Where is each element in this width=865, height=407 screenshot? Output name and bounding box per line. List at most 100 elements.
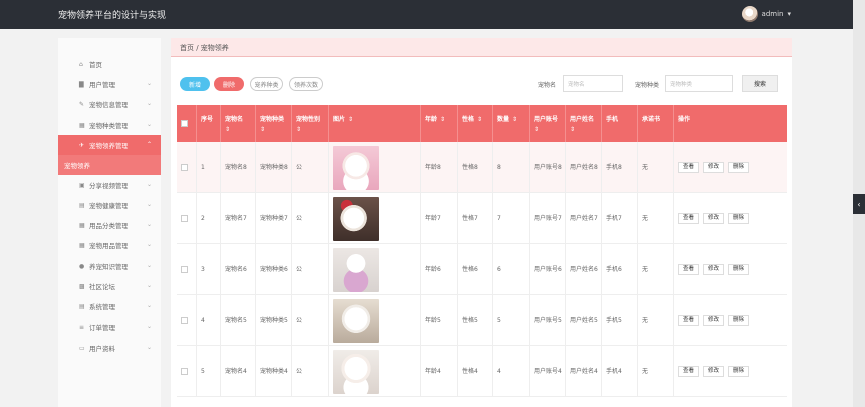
pet-image[interactable] (333, 298, 379, 343)
sidebar-item-label: 系统管理 (89, 303, 115, 311)
column-header[interactable]: 数量 ⇕ (493, 105, 530, 142)
sidebar-item-6[interactable]: ▣ 分享视频管理 ⌄ (58, 175, 161, 195)
view-button[interactable]: 查看 (678, 162, 700, 173)
row-delete-button[interactable]: 删除 (728, 315, 750, 326)
column-header[interactable]: 手机 (602, 105, 638, 142)
sidebar-item-2[interactable]: ✎ 宠物信息管理 ⌄ (58, 94, 161, 114)
column-header[interactable]: 序号 (197, 105, 221, 142)
pet-image[interactable] (333, 349, 379, 394)
sort-icon[interactable]: ⇕ (348, 116, 353, 123)
sidebar-item-4[interactable]: ✈ 宠物领养管理 ⌃ (58, 135, 161, 155)
search-input-name[interactable]: 宠物名 (563, 75, 623, 92)
cell-promise: 无 (638, 244, 674, 295)
delete-button[interactable]: 删除 (214, 77, 244, 91)
sort-icon[interactable]: ⇕ (440, 116, 445, 123)
chevron-left-icon[interactable]: ‹ (853, 194, 865, 214)
cell-name: 宠物名8 (221, 142, 256, 193)
column-header[interactable]: 宠物名 ⇕ (221, 105, 256, 142)
cell-index: 3 (197, 244, 221, 295)
sort-icon[interactable]: ⇕ (225, 126, 252, 133)
edit-button[interactable]: 修改 (703, 264, 725, 275)
view-button[interactable]: 查看 (678, 366, 700, 377)
column-header[interactable]: 用户账号 ⇕ (530, 105, 566, 142)
row-delete-button[interactable]: 删除 (728, 162, 750, 173)
select-all-checkbox[interactable] (181, 120, 188, 127)
edit-button[interactable]: 修改 (703, 366, 725, 377)
column-header[interactable]: 性格 ⇕ (458, 105, 493, 142)
chevron-down-icon: ⌄ (146, 121, 152, 128)
pet-image[interactable] (333, 196, 379, 241)
sidebar-item-13[interactable]: ≡ 订单管理 ⌄ (58, 317, 161, 337)
edit-button[interactable]: 修改 (703, 213, 725, 224)
column-header[interactable]: 宠物性别 ⇕ (292, 105, 329, 142)
sidebar-item-label: 宠物种类管理 (89, 122, 128, 130)
pet-image[interactable] (333, 247, 379, 292)
column-header[interactable]: 图片 ⇕ (329, 105, 421, 142)
add-button[interactable]: 新增 (180, 77, 210, 91)
sidebar-item-7[interactable]: ▤ 宠物健康管理 ⌄ (58, 195, 161, 215)
table-row[interactable]: 4 宠物名5 宠物种类5 公 年龄5 性格5 5 用户账号5 用户姓名5 手机5 无查看 修改 删除 (177, 295, 787, 346)
cell-promise: 无 (638, 346, 674, 397)
row-checkbox[interactable] (181, 266, 188, 273)
sidebar-item-3[interactable]: ▦ 宠物种类管理 ⌄ (58, 115, 161, 135)
sidebar-item-10[interactable]: ● 养宠知识管理 ⌄ (58, 256, 161, 276)
sidebar-item-12[interactable]: ▤ 系统管理 ⌄ (58, 296, 161, 316)
breadcrumb[interactable]: 首页 / 宠物领养 (180, 43, 229, 53)
column-header[interactable]: 承诺书 (638, 105, 674, 142)
cell-age: 年龄4 (421, 346, 458, 397)
pet-type-button[interactable]: 宠养种类 (250, 77, 283, 91)
sidebar: ⌂ 首页 ▇ 用户管理 ⌄ ✎ 宠物信息管理 ⌄ ▦ 宠物种类管理 ⌄ ✈ 宠物领养管理 ⌃ 宠物领养 ▣ 分享… (58, 38, 161, 407)
sidebar-item-label: 宠物用品管理 (89, 242, 128, 250)
sidebar-item-11[interactable]: ▩ 社区论坛 ⌄ (58, 276, 161, 296)
sort-icon[interactable]: ⇕ (296, 126, 325, 133)
column-header[interactable]: 用户姓名 ⇕ (566, 105, 602, 142)
view-button[interactable]: 查看 (678, 213, 700, 224)
sidebar-item-8[interactable]: ▦ 用品分类管理 ⌄ (58, 215, 161, 235)
column-header-label: 用户账号 (534, 116, 559, 123)
row-delete-button[interactable]: 删除 (728, 213, 750, 224)
row-checkbox[interactable] (181, 368, 188, 375)
column-header[interactable]: 宠物种类 ⇕ (256, 105, 292, 142)
avatar[interactable] (741, 6, 758, 22)
table-row[interactable]: 1 宠物名8 宠物种类8 公 年龄8 性格8 8 用户账号8 用户姓名8 手机8 无查看 修改 删除 (177, 142, 787, 193)
sidebar-item-14[interactable]: ▭ 用户资料 ⌄ (58, 338, 161, 358)
cell-count: 6 (493, 244, 530, 295)
sidebar-item-1[interactable]: ▇ 用户管理 ⌄ (58, 74, 161, 94)
row-checkbox[interactable] (181, 215, 188, 222)
row-checkbox[interactable] (181, 164, 188, 171)
column-header[interactable]: 操作 (674, 105, 787, 142)
user-menu[interactable]: admin ▾ (741, 6, 791, 22)
table-row[interactable]: 3 宠物名6 宠物种类6 公 年龄6 性格6 6 用户账号6 用户姓名6 手机6 无查看 修改 删除 (177, 244, 787, 295)
row-delete-button[interactable]: 删除 (728, 366, 750, 377)
cell-phone: 手机8 (602, 142, 638, 193)
cell-type: 宠物种类6 (256, 244, 292, 295)
user-name[interactable]: admin (762, 10, 784, 18)
edit-button[interactable]: 修改 (703, 162, 725, 173)
view-button[interactable]: 查看 (678, 315, 700, 326)
pet-icon: ✎ (79, 101, 85, 108)
table-row[interactable]: 2 宠物名7 宠物种类7 公 年龄7 性格7 7 用户账号7 用户姓名7 手机7 无查看 修改 删除 (177, 193, 787, 244)
pet-image[interactable] (333, 145, 379, 190)
column-header[interactable]: 年龄 ⇕ (421, 105, 458, 142)
sidebar-item-0[interactable]: ⌂ 首页 (58, 54, 161, 74)
sort-icon[interactable]: ⇕ (512, 116, 517, 123)
sort-icon[interactable]: ⇕ (534, 126, 562, 133)
forum-icon: ▩ (79, 283, 85, 290)
adopt-count-button[interactable]: 领养次数 (289, 77, 323, 91)
edit-button[interactable]: 修改 (703, 315, 725, 326)
chevron-down-icon[interactable]: ▾ (787, 10, 791, 18)
sidebar-item-label: 订单管理 (89, 324, 115, 332)
search-button[interactable]: 搜索 (742, 75, 778, 92)
table-row[interactable]: 5 宠物名4 宠物种类4 公 年龄4 性格4 4 用户账号4 用户姓名4 手机4 无查看 修改 删除 (177, 346, 787, 397)
sidebar-item-5[interactable]: 宠物领养 (58, 155, 161, 175)
sidebar-item-9[interactable]: ▦ 宠物用品管理 ⌄ (58, 235, 161, 255)
cell-gender: 公 (292, 244, 329, 295)
view-button[interactable]: 查看 (678, 264, 700, 275)
sort-icon[interactable]: ⇕ (570, 126, 598, 133)
sort-icon[interactable]: ⇕ (260, 126, 288, 133)
row-checkbox[interactable] (181, 317, 188, 324)
search-input-type[interactable]: 宠物种类 (665, 75, 733, 92)
sort-icon[interactable]: ⇕ (477, 116, 482, 123)
row-delete-button[interactable]: 删除 (728, 264, 750, 275)
cell-gender: 公 (292, 346, 329, 397)
